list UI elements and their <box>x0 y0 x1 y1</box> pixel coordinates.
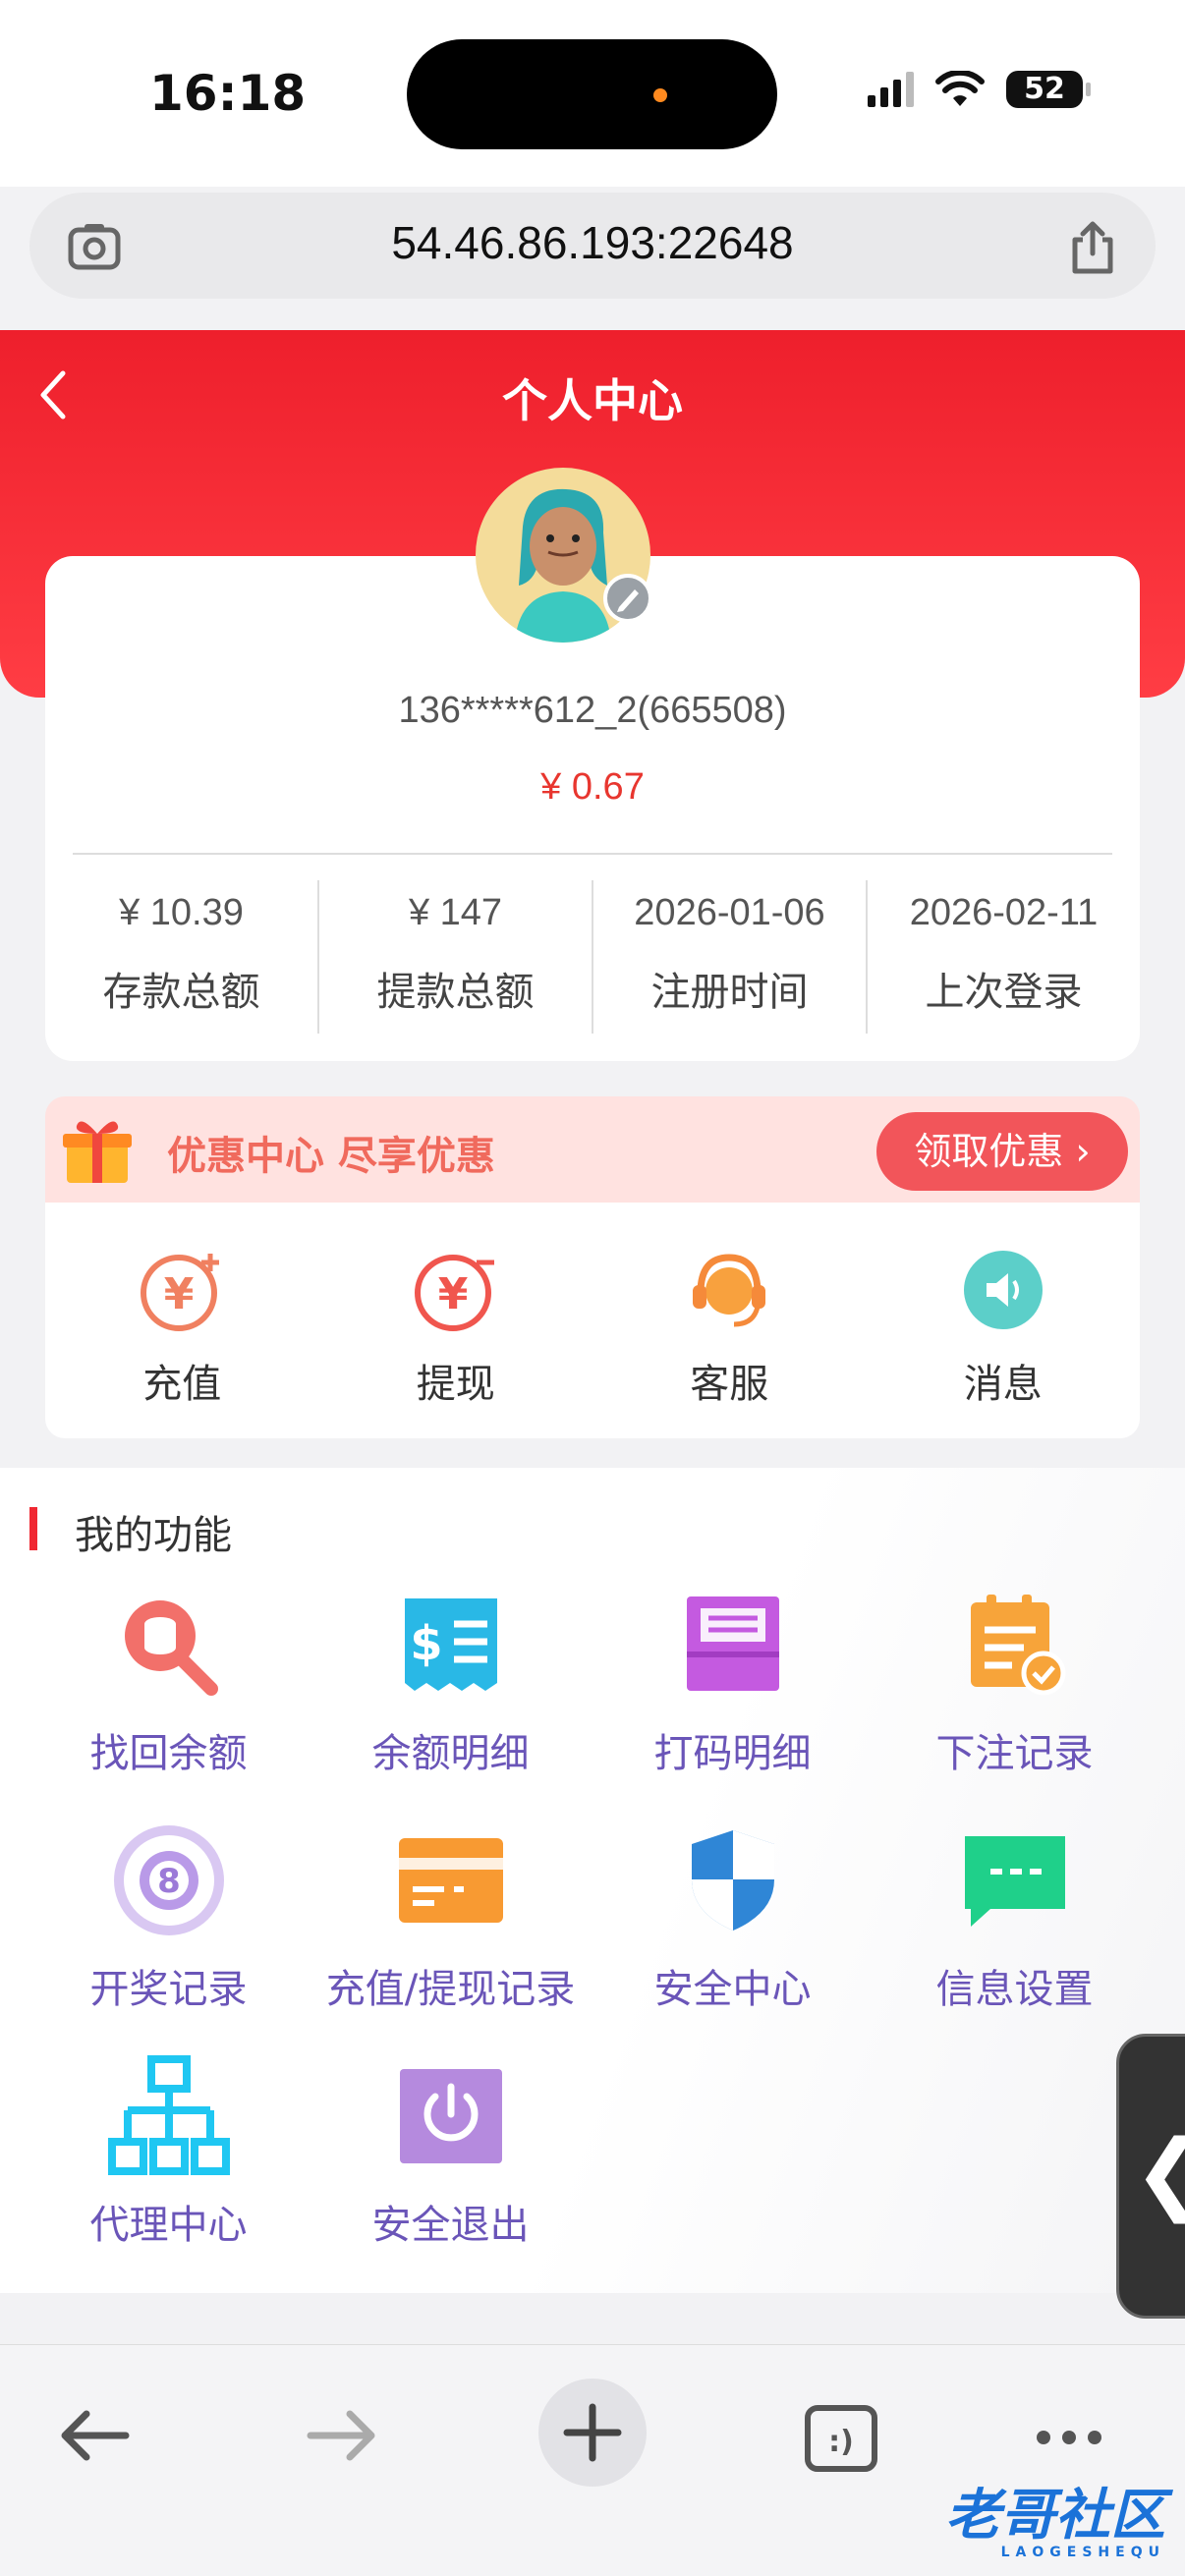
svg-text:$: $ <box>410 1616 442 1671</box>
function-label: 开奖记录 <box>89 1967 248 2012</box>
share-icon[interactable] <box>1067 220 1118 275</box>
lottery-record-icon: 8 <box>113 1825 224 1935</box>
bet-record-icon <box>970 1595 1065 1696</box>
quick-action-label: 消息 <box>963 1362 1043 1407</box>
back-icon[interactable] <box>57 2408 130 2463</box>
battery-icon: 52 <box>1006 71 1091 108</box>
withdraw-icon: ¥ <box>414 1255 494 1331</box>
quick-action-label: 提现 <box>416 1362 495 1407</box>
quick-action-recharge[interactable]: ¥ 充值 <box>45 1203 319 1438</box>
function-grid: 找回余额 $ 余额明细 打码明细 下注记录 8 开奖记录 充值/提现记录 安全中… <box>28 1584 1156 2291</box>
section-title: 我的功能 <box>75 1513 232 1558</box>
function-recover-balance[interactable]: 找回余额 <box>28 1584 310 1820</box>
promo-banner[interactable]: 优惠中心 尽享优惠 领取优惠 › <box>45 1096 1140 1203</box>
stat-register-date: 2026-01-06 注册时间 <box>593 880 868 1034</box>
my-functions-section: 我的功能 找回余额 $ 余额明细 打码明细 下注记录 8 开奖记录 充值/提现记… <box>0 1468 1185 2293</box>
quick-action-customer-service[interactable]: 客服 <box>592 1203 867 1438</box>
logout-power-icon <box>399 2069 502 2163</box>
balance-detail-icon: $ <box>404 1598 497 1691</box>
function-label: 找回余额 <box>89 1731 248 1776</box>
stat-label: 注册时间 <box>650 970 809 1015</box>
recover-balance-icon <box>124 1600 218 1696</box>
function-label: 打码明细 <box>653 1731 812 1776</box>
function-info-settings[interactable]: 信息设置 <box>874 1820 1156 2055</box>
url-text[interactable]: 54.46.86.193:22648 <box>29 216 1156 269</box>
status-icons: 52 <box>868 71 1091 108</box>
info-settings-icon <box>964 1836 1065 1927</box>
function-bet-record[interactable]: 下注记录 <box>874 1584 1156 1820</box>
promo-text: 优惠中心 尽享优惠 <box>167 1134 495 1179</box>
status-time: 16:18 <box>149 65 307 122</box>
section-accent-bar <box>29 1507 37 1550</box>
account-balance: ¥ 0.67 <box>540 766 645 808</box>
side-drawer-tab[interactable]: ❮ <box>1116 2034 1185 2319</box>
customer-service-icon <box>693 1254 766 1327</box>
function-lottery-record[interactable]: 8 开奖记录 <box>28 1820 310 2055</box>
profile-stats: ¥ 10.39 存款总额 ¥ 147 提款总额 2026-01-06 注册时间 … <box>45 880 1140 1034</box>
stat-value: 2026-02-11 <box>909 892 1099 933</box>
stat-total-withdrawal: ¥ 147 提款总额 <box>319 880 593 1034</box>
svg-text:8: 8 <box>157 1862 181 1901</box>
dynamic-island <box>407 39 777 149</box>
quick-action-label: 客服 <box>690 1362 769 1407</box>
status-bar: 16:18 52 54.46.86.193:22648 <box>0 0 1185 299</box>
function-label: 代理中心 <box>89 2203 248 2248</box>
quick-action-withdraw[interactable]: ¥ 提现 <box>319 1203 593 1438</box>
transaction-record-icon <box>398 1838 503 1923</box>
message-icon <box>963 1251 1043 1329</box>
function-transaction-record[interactable]: 充值/提现记录 <box>310 1820 592 2055</box>
edit-avatar-icon[interactable] <box>603 574 652 623</box>
address-bar[interactable]: 54.46.86.193:22648 <box>29 193 1156 299</box>
stat-label: 存款总额 <box>102 970 260 1015</box>
stat-value: ¥ 10.39 <box>119 892 244 933</box>
stat-label: 提款总额 <box>376 970 535 1015</box>
betting-detail-icon <box>686 1596 779 1691</box>
forward-icon[interactable] <box>307 2408 379 2463</box>
new-tab-button[interactable] <box>538 2379 647 2487</box>
function-label: 余额明细 <box>371 1731 530 1776</box>
quick-actions: ¥ 充值 ¥ 提现 客服 消息 <box>45 1203 1140 1438</box>
plus-icon <box>563 2403 622 2462</box>
gift-icon <box>63 1121 132 1183</box>
function-label: 信息设置 <box>935 1967 1094 2012</box>
claim-promo-button[interactable]: 领取优惠 › <box>876 1112 1128 1191</box>
svg-text:¥: ¥ <box>164 1269 195 1319</box>
stat-total-deposit: ¥ 10.39 存款总额 <box>45 880 319 1034</box>
quick-action-label: 充值 <box>142 1362 222 1407</box>
page-title: 个人中心 <box>502 374 683 427</box>
stat-label: 上次登录 <box>925 970 1083 1015</box>
function-label: 安全退出 <box>371 2203 530 2248</box>
watermark-logo: 老哥社区 LAOGESHEQU <box>945 2471 1165 2560</box>
stat-value: ¥ 147 <box>408 892 503 933</box>
function-label: 安全中心 <box>653 1967 812 2012</box>
stat-last-login: 2026-02-11 上次登录 <box>868 880 1140 1034</box>
divider <box>73 853 1112 855</box>
tabs-icon[interactable]: :) <box>804 2404 878 2473</box>
svg-text::): :) <box>828 2425 854 2459</box>
function-balance-detail[interactable]: $ 余额明细 <box>310 1584 592 1820</box>
cellular-signal-icon <box>868 72 914 107</box>
function-label: 下注记录 <box>935 1731 1094 1776</box>
agent-hierarchy-icon <box>107 2055 230 2175</box>
more-options-icon[interactable] <box>1034 2428 1104 2447</box>
stat-value: 2026-01-06 <box>634 892 825 933</box>
function-betting-detail[interactable]: 打码明细 <box>592 1584 874 1820</box>
browser-toolbar: :) 老哥社区 LAOGESHEQU <box>0 2344 1185 2576</box>
recharge-icon: ¥ <box>141 1254 220 1331</box>
watermark-text: 老哥社区 <box>945 2484 1165 2548</box>
chevron-left-icon: ❮ <box>1133 2121 1185 2224</box>
indicator-dot <box>653 88 667 102</box>
security-shield-icon <box>691 1830 774 1931</box>
quick-action-message[interactable]: 消息 <box>867 1203 1141 1438</box>
username: 136*****612_2(665508) <box>398 690 787 731</box>
function-agent-center[interactable]: 代理中心 <box>28 2055 310 2291</box>
wifi-icon <box>935 71 985 106</box>
function-label: 充值/提现记录 <box>325 1967 576 2012</box>
svg-text:¥: ¥ <box>437 1269 468 1319</box>
function-logout[interactable]: 安全退出 <box>310 2055 592 2291</box>
function-security-center[interactable]: 安全中心 <box>592 1820 874 2055</box>
